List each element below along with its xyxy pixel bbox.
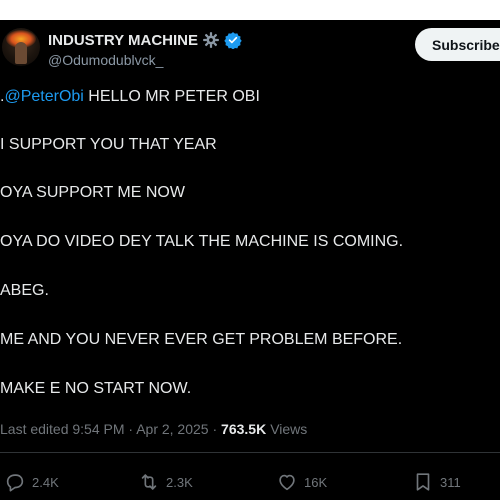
avatar-figure bbox=[15, 42, 27, 64]
repost-icon bbox=[138, 471, 160, 493]
repost-count: 2.3K bbox=[166, 474, 193, 490]
mention-link[interactable]: @PeterObi bbox=[4, 88, 83, 105]
top-band bbox=[0, 0, 500, 20]
tweet-line: ME AND YOU NEVER EVER GET PROBLEM BEFORE… bbox=[0, 331, 403, 348]
author-handle[interactable]: @Odumodublvck_ bbox=[48, 52, 163, 68]
greeting-text: HELLO MR PETER OBI bbox=[83, 88, 260, 105]
heart-icon bbox=[276, 471, 298, 493]
tweet-line: OYA SUPPORT ME NOW bbox=[0, 184, 185, 201]
like-button[interactable]: 16K bbox=[276, 470, 327, 494]
avatar[interactable] bbox=[2, 28, 40, 66]
tweet-line: OYA DO VIDEO DEY TALK THE MACHINE IS COM… bbox=[0, 233, 404, 250]
tweet-line-greeting: .@PeterObi HELLO MR PETER OBI bbox=[0, 88, 260, 106]
verified-icon bbox=[224, 31, 242, 49]
like-count: 16K bbox=[304, 474, 328, 490]
views-label: Views bbox=[270, 421, 308, 437]
tweet-line: MAKE E NO START NOW. bbox=[0, 380, 192, 397]
reply-count: 2.4K bbox=[32, 474, 59, 490]
bookmark-count: 311 bbox=[440, 474, 461, 490]
divider bbox=[0, 452, 500, 453]
bookmark-button[interactable]: 311 bbox=[412, 470, 461, 494]
tweet-line: I SUPPORT YOU THAT YEAR bbox=[0, 136, 217, 153]
bookmark-icon bbox=[412, 471, 434, 493]
edited-timestamp[interactable]: Last edited 9:54 PM · Apr 2, 2025 · bbox=[0, 421, 221, 437]
author-display-name[interactable]: INDUSTRY MACHINE bbox=[48, 32, 198, 49]
author-name-row: INDUSTRY MACHINE bbox=[48, 30, 242, 50]
subscribe-button[interactable]: Subscribe bbox=[415, 28, 500, 61]
tweet-meta: Last edited 9:54 PM · Apr 2, 2025 · 763.… bbox=[0, 419, 307, 439]
tweet-actions: 2.4K 2.3K 16K 311 bbox=[0, 470, 500, 494]
tweet-header: INDUSTRY MACHINE @Odumodublvck_ Subscrib… bbox=[0, 20, 500, 82]
reply-icon bbox=[4, 471, 26, 493]
views-count: 763.5K bbox=[221, 421, 267, 437]
gear-icon bbox=[202, 31, 220, 49]
reply-button[interactable]: 2.4K bbox=[4, 470, 59, 494]
tweet-line: ABEG. bbox=[0, 282, 49, 299]
repost-button[interactable]: 2.3K bbox=[138, 470, 193, 494]
